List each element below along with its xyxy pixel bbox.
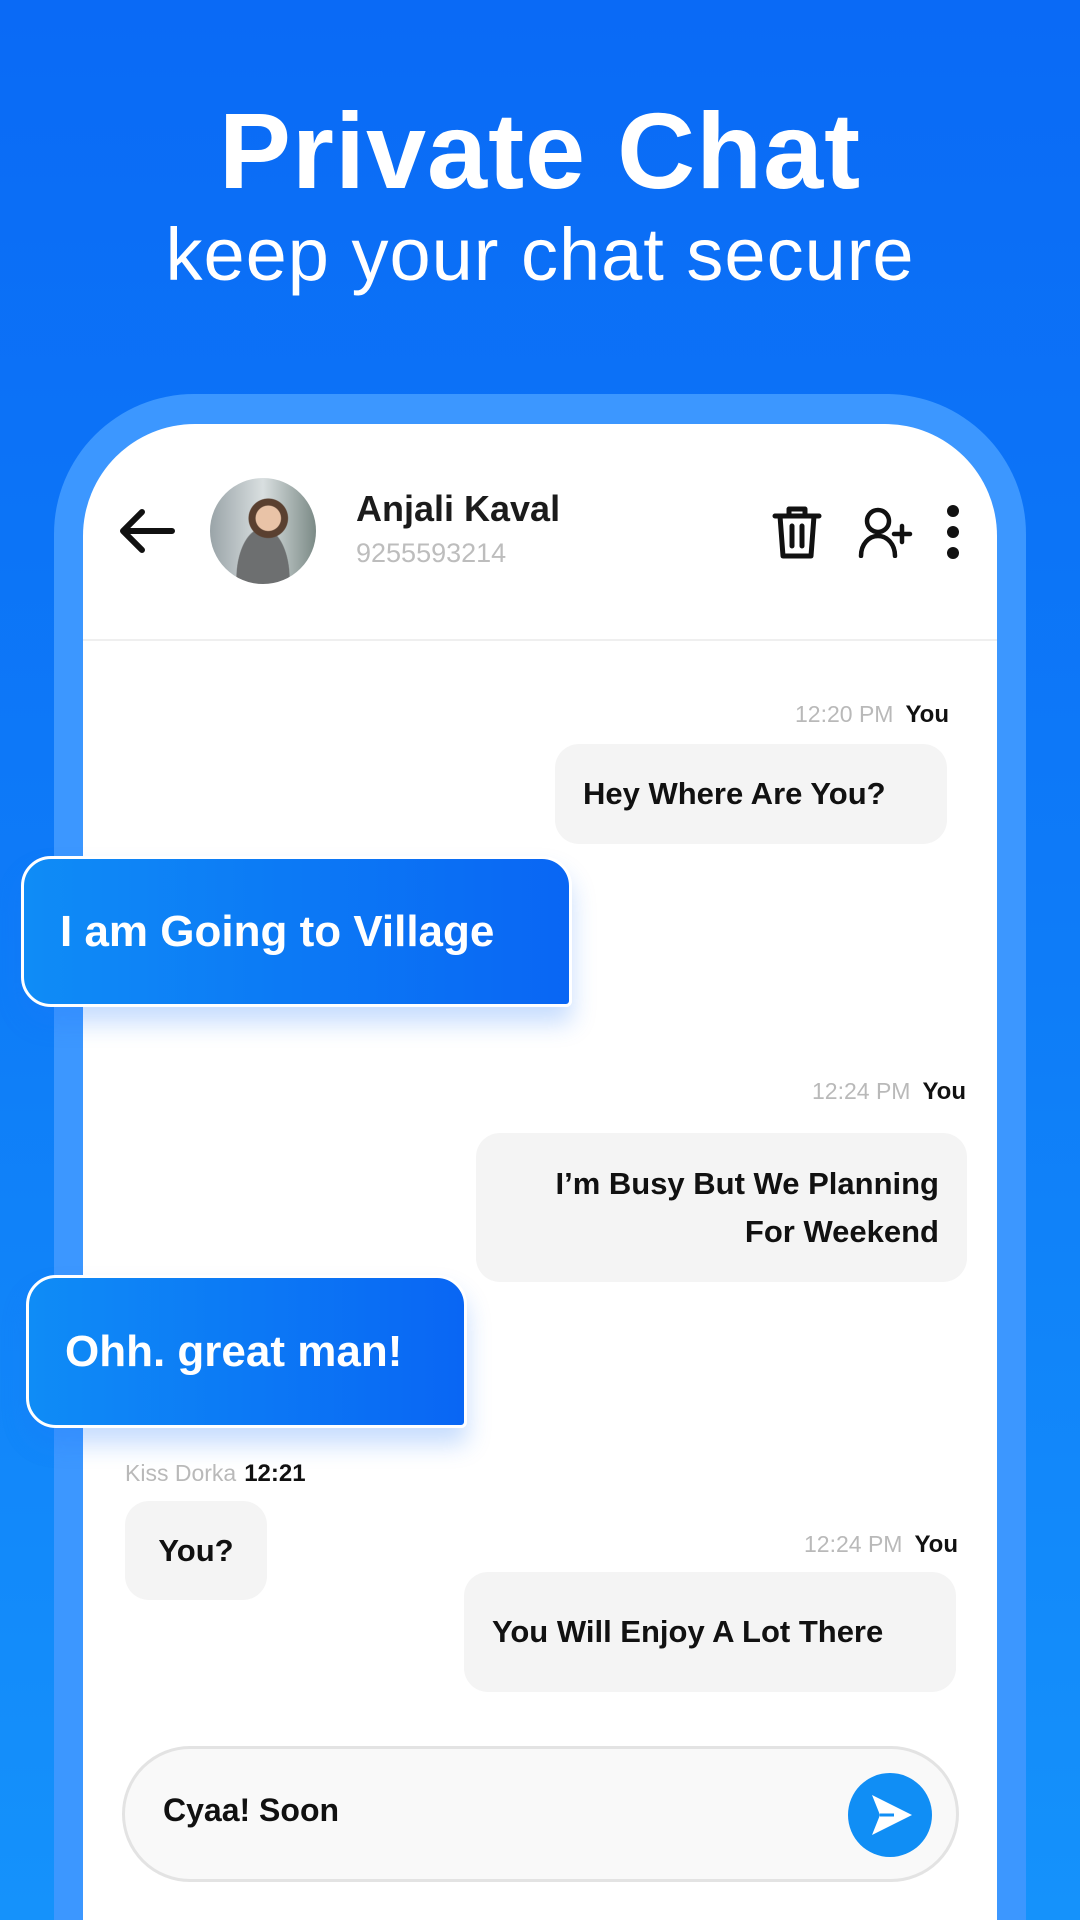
more-vertical-icon[interactable] [945, 504, 961, 560]
message-time: 12:20 PM [795, 701, 894, 727]
message-meta: 12:20 PM You [795, 701, 949, 729]
promo-title: Private Chat [218, 90, 862, 211]
message-input-value[interactable]: Cyaa! Soon [163, 1792, 339, 1829]
contact-name: Anjali Kaval [356, 488, 561, 529]
contact-phone: 9255593214 [356, 538, 507, 568]
message-meta: Kiss Dorka 12:21 [125, 1460, 306, 1488]
send-button[interactable] [848, 1773, 932, 1857]
send-icon [872, 1795, 912, 1835]
message-sender: You [922, 1078, 966, 1105]
promo-subtitle: keep your chat secure [165, 213, 915, 296]
back-arrow-icon[interactable] [118, 508, 176, 554]
message-bubble[interactable]: You? [125, 1501, 267, 1600]
message-sender: Kiss Dorka [125, 1460, 237, 1486]
message-time: 12:24 PM [812, 1078, 911, 1104]
message-time: 12:21 [244, 1460, 306, 1487]
avatar[interactable] [210, 478, 316, 584]
message-meta: 12:24 PM You [812, 1078, 966, 1106]
trash-icon[interactable] [771, 504, 823, 560]
message-bubble[interactable]: Hey Where Are You? [555, 744, 947, 844]
message-time: 12:24 PM [804, 1531, 903, 1557]
add-user-icon[interactable] [858, 506, 914, 558]
message-bubble[interactable]: I’m Busy But We Planning For Weekend [476, 1133, 967, 1282]
message-sender: You [905, 701, 949, 728]
highlight-bubble[interactable]: I am Going to Village [21, 856, 572, 1007]
header-divider [83, 639, 997, 641]
message-bubble[interactable]: You Will Enjoy A Lot There [464, 1572, 956, 1692]
highlight-bubble[interactable]: Ohh. great man! [26, 1275, 467, 1428]
message-sender: You [914, 1531, 958, 1558]
message-meta: 12:24 PM You [804, 1531, 958, 1559]
